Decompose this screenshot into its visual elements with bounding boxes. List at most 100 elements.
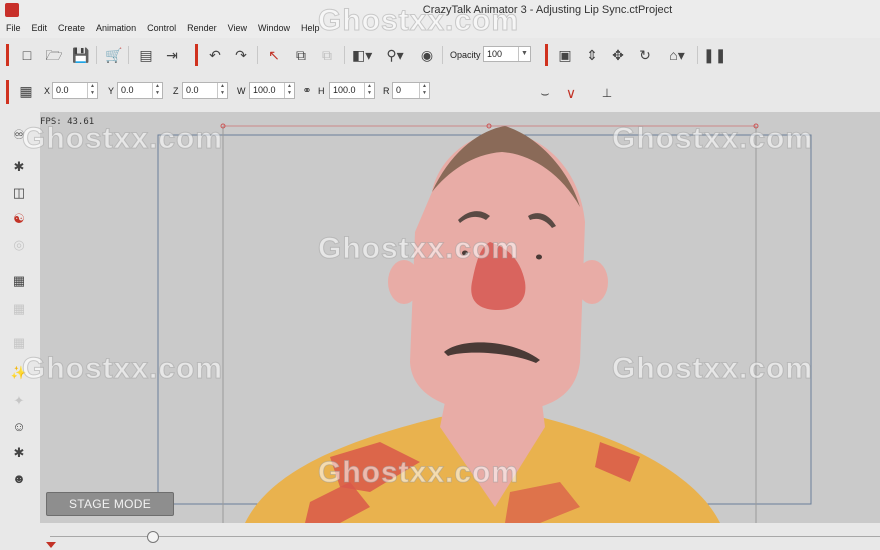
menu-render[interactable]: Render	[181, 22, 222, 38]
redo-icon[interactable]: ↷	[232, 46, 250, 64]
paste-icon[interactable]: ⧉	[318, 46, 336, 64]
window-title: CrazyTalk Animator 3 - Adjusting Lip Syn…	[422, 4, 673, 16]
title-bar: CrazyTalk Animator 3 - Adjusting Lip Syn…	[0, 0, 880, 22]
menu-view[interactable]: View	[222, 22, 252, 38]
flip-icon[interactable]: ◧▾	[352, 46, 372, 64]
face-puppet-icon[interactable]: ☯	[10, 210, 28, 228]
stage-viewport[interactable]: FPS: 43.61 STAGE MODE	[40, 112, 880, 523]
character-composer-icon[interactable]: ♾	[10, 126, 28, 144]
h-field[interactable]: 100.0 ▲ ▼	[329, 82, 375, 99]
y-value: 0.0	[121, 85, 134, 95]
head-puppet-icon[interactable]: ☺	[10, 418, 28, 436]
toolbar-divider	[195, 44, 198, 66]
spinner-icon[interactable]: ▲ ▼	[152, 83, 162, 98]
spinner-icon[interactable]: ▲ ▼	[217, 83, 227, 98]
transform-toolbar: ▦ X 0.0 ▲ ▼ Y 0.0 ▲ ▼ Z 0.0 ▲ ▼ W 100.0 ▲ ▼ …	[0, 72, 880, 112]
content-store-icon[interactable]: 🛒	[105, 46, 123, 64]
timeline-grid-icon[interactable]: ▦	[10, 272, 28, 290]
timeline-slider-thumb[interactable]	[147, 531, 159, 543]
import-icon[interactable]: ▤	[137, 46, 155, 64]
body-puppet-icon[interactable]: ✱	[10, 444, 28, 462]
opacity-dropdown[interactable]: 100 ▼	[483, 46, 531, 62]
eye-icon[interactable]: ◉	[418, 46, 436, 64]
copy-icon[interactable]: ⧉	[292, 46, 310, 64]
spinner-icon[interactable]: ▲ ▼	[364, 83, 374, 98]
x-value: 0.0	[56, 85, 69, 95]
lip-sync-icon[interactable]: ✨	[10, 364, 28, 382]
x-field[interactable]: 0.0 ▲ ▼	[52, 82, 98, 99]
left-tool-sidebar: ♾ ✱ ◫ ☯ ◎ ▦ ▦ ▦ ✨ ✦ ☺ ✱ ☻ ⧉	[0, 112, 41, 550]
menu-animation[interactable]: Animation	[90, 22, 141, 38]
ease-out-icon[interactable]: ∨	[562, 84, 580, 102]
z-label: Z	[173, 86, 179, 96]
move-icon[interactable]: ✥	[609, 46, 627, 64]
opacity-value: 100	[487, 49, 503, 59]
grid-icon[interactable]: ▦	[17, 82, 35, 100]
undo-icon[interactable]: ↶	[206, 46, 224, 64]
toolbar-separator	[344, 46, 345, 64]
toolbar-grip	[6, 80, 9, 104]
move-z-icon[interactable]: ⇕	[583, 46, 601, 64]
toolbar-divider	[545, 44, 548, 66]
menu-window[interactable]: Window	[252, 22, 295, 38]
toolbar-grip	[6, 44, 9, 66]
face-key-icon[interactable]: ☻	[10, 470, 28, 488]
r-field[interactable]: 0 ▲ ▼	[392, 82, 430, 99]
timeline-strip	[0, 523, 880, 550]
split-view-icon[interactable]: ❚❚	[703, 46, 726, 64]
main-toolbar: □ 🗁 💾 🛒 ▤ ⇥ ↶ ↷ ↖ ⧉ ⧉ ◧▾ ⚲▾ ◉ Opacity : …	[0, 38, 880, 73]
link-icon[interactable]: ⚭	[298, 82, 316, 100]
sprite-editor-icon[interactable]: ◫	[10, 184, 28, 202]
ease-in-icon[interactable]: ⌣	[536, 84, 554, 102]
toolbar-separator	[442, 46, 443, 64]
stage-canvas	[157, 123, 812, 523]
disabled-tool-icon: ▦	[12, 301, 26, 316]
menu-bar: File Edit Create Animation Control Rende…	[0, 22, 880, 38]
open-folder-icon[interactable]: 🗁	[45, 46, 63, 64]
menu-help[interactable]: Help	[295, 22, 325, 38]
spinner-icon[interactable]: ▲ ▼	[419, 83, 429, 98]
menu-create[interactable]: Create	[52, 22, 90, 38]
select-arrow-icon[interactable]: ↖	[265, 46, 283, 64]
character[interactable]	[245, 126, 720, 523]
spinner-icon[interactable]: ▲ ▼	[284, 83, 294, 98]
w-field[interactable]: 100.0 ▲ ▼	[249, 82, 295, 99]
toolbar-separator	[128, 46, 129, 64]
x-label: X	[44, 86, 51, 96]
export-icon[interactable]: ⇥	[163, 46, 181, 64]
stage-mode-button[interactable]: STAGE MODE	[46, 492, 174, 516]
disabled-tool-icon: ◎	[13, 237, 25, 252]
playhead-marker-icon	[46, 542, 56, 548]
menu-file[interactable]: File	[0, 22, 26, 38]
reset-pivot-icon[interactable]: ⊥	[598, 84, 616, 102]
camera-icon[interactable]: ▣	[556, 46, 574, 64]
z-field[interactable]: 0.0 ▲ ▼	[182, 82, 228, 99]
spinner-icon[interactable]: ▲ ▼	[87, 83, 97, 98]
rotate-icon[interactable]: ↻	[636, 46, 654, 64]
r-label: R	[383, 86, 390, 96]
toolbar-separator	[697, 46, 698, 64]
menu-edit[interactable]: Edit	[26, 22, 53, 38]
h-label: H	[318, 86, 325, 96]
new-file-icon[interactable]: □	[18, 46, 36, 64]
z-value: 0.0	[186, 85, 199, 95]
home-icon[interactable]: ⌂▾	[664, 46, 690, 64]
menu-control[interactable]: Control	[141, 22, 181, 38]
opacity-label: Opacity :	[450, 50, 486, 60]
disabled-tool-icon: ▦	[12, 335, 26, 350]
y-field[interactable]: 0.0 ▲ ▼	[117, 82, 163, 99]
chevron-down-icon[interactable]: ▼	[518, 47, 530, 61]
save-icon[interactable]: 💾	[72, 46, 90, 64]
h-value: 100.0	[333, 85, 356, 95]
r-value: 0	[396, 85, 402, 95]
motion-key-editor-icon[interactable]: ✱	[10, 158, 28, 176]
toolbar-separator	[257, 46, 258, 64]
w-label: W	[237, 86, 246, 96]
disabled-tool-icon: ✦	[13, 393, 25, 408]
timeline-track[interactable]	[50, 536, 880, 537]
align-icon[interactable]: ⚲▾	[386, 46, 404, 64]
toolbar-separator	[96, 46, 97, 64]
fps-readout: FPS: 43.61	[40, 117, 95, 127]
y-label: Y	[108, 86, 115, 96]
character-right-eye	[536, 254, 542, 260]
